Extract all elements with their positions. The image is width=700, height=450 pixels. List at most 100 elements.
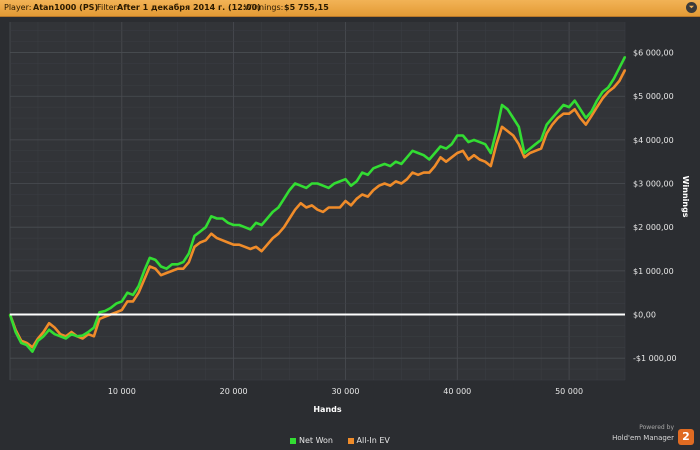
net-won-point [210,215,213,218]
net-won-point [439,145,442,148]
net-won-point [165,267,168,270]
all-in-ev-point [266,243,269,246]
all-in-ev-point [255,245,257,248]
net-won-point [411,149,414,152]
net-won-point [422,154,425,157]
x-tick-label: 40 000 [443,387,471,396]
net-won-point [389,165,392,167]
all-in-ev-point [389,184,392,187]
net-won-point [467,141,470,143]
all-in-ev-point [344,200,347,202]
all-in-ev-point [473,154,475,157]
net-won-point [366,173,369,176]
all-in-ev-point [311,204,313,207]
all-in-ev-point [557,117,559,119]
y-tick-label: $4 000,00 [633,136,674,145]
all-in-ev-point [590,114,593,117]
net-won-point [221,217,224,220]
y-tick-label: $1 000,00 [633,267,674,276]
net-won-point [271,211,274,213]
all-in-ev-point [98,317,101,320]
net-won-point [299,184,302,187]
holdem-manager-logo-icon: 2 [678,429,694,445]
all-in-ev-point [612,86,615,89]
all-in-ev-point [48,322,51,325]
net-won-point [557,110,559,113]
net-won-point [361,171,364,174]
y-axis-title: Winnings [681,176,690,218]
net-won-point [523,152,526,154]
all-in-ev-point [148,265,151,268]
all-in-ev-point [400,182,403,185]
y-tick-label: -$1 000,00 [633,354,677,363]
all-in-ev-point [260,250,263,253]
all-in-ev-point [126,300,129,303]
net-won-point [143,269,146,272]
all-in-ev-point [422,171,425,174]
net-won-point [584,117,587,119]
net-won-point [394,160,397,163]
all-in-ev-point [160,274,162,277]
net-won-point [215,217,218,220]
all-in-ev-point [249,248,252,250]
all-in-ev-point [439,156,442,159]
net-won-point [372,167,375,170]
all-in-ev-point [305,206,308,209]
legend-label-all-in-ev: All-In EV [356,436,390,445]
all-in-ev-point [601,97,604,100]
net-won-point [607,86,610,89]
all-in-ev-point [210,232,213,235]
winnings-chart: 10 000 20 000 30 000 40 000 50 000 -$1 000,0… [8,22,690,414]
net-won-point [456,134,459,137]
all-in-ev-point [227,241,229,244]
all-in-ev-point [204,239,207,242]
net-won-point [14,331,17,333]
all-in-ev-point [551,123,554,126]
legend-item-all-in-ev[interactable]: All-In EV [347,436,390,445]
net-won-point [417,152,420,154]
all-in-ev-point [361,193,364,196]
all-in-ev-point [193,245,196,248]
all-in-ev-point [456,152,459,154]
all-in-ev-point [461,149,464,152]
net-won-point [37,339,39,342]
all-in-ev-point [215,237,218,240]
net-won-point [288,189,291,191]
x-tick-label: 10 000 [108,387,136,396]
net-won-point [277,206,280,209]
all-in-ev-point [434,165,436,167]
all-in-ev-point [53,326,56,329]
net-won-point [428,158,431,161]
all-in-ev-point [322,211,324,213]
x-axis-title: Hands [313,405,342,414]
all-in-ev-point [517,143,520,146]
net-won-point [53,333,56,336]
net-won-point [529,147,531,150]
net-won-point [601,90,604,93]
all-in-ev-point [294,208,297,211]
net-won-point [182,261,185,264]
net-won-point [137,285,140,288]
net-won-point [115,302,118,305]
all-in-ev-point [316,208,319,211]
net-won-point [109,307,112,309]
net-won-point [305,187,308,189]
x-axis-ticks: 10 000 20 000 30 000 40 000 50 000 [108,387,583,396]
net-won-point [478,141,481,143]
all-in-ev-point [366,195,369,198]
net-won-point [260,224,263,226]
legend-item-net-won[interactable]: Net Won [290,436,333,445]
all-in-ev-point [506,130,509,133]
y-axis-ticks: -$1 000,00 $0,00 $1 000,00 $2 000,00 $3 000,… [633,49,677,364]
net-won-point [204,226,207,229]
all-in-ev-point [607,90,610,93]
net-won-point [545,123,548,126]
net-won-point [612,77,615,80]
net-won-point [568,106,570,109]
net-won-point [87,331,90,333]
net-won-point [59,335,62,338]
net-won-point [501,104,503,106]
net-won-point [132,293,134,296]
net-won-point [171,263,174,266]
net-won-point [199,230,201,233]
